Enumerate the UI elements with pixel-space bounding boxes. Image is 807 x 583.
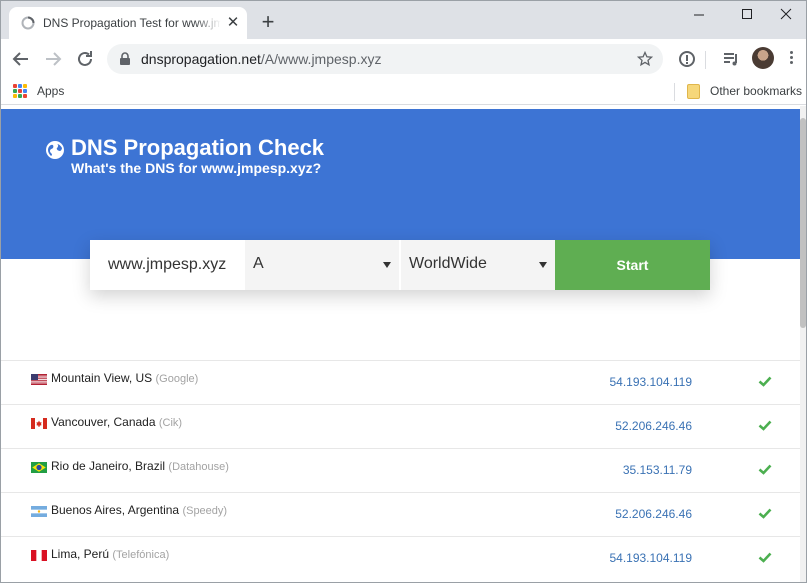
page-subtitle: What's the DNS for www.jmpesp.xyz?	[71, 160, 322, 176]
tab-dns-propagation[interactable]: DNS Propagation Test for www.jmpesp.xyz …	[9, 7, 247, 39]
lock-icon	[120, 52, 130, 65]
chevron-down-icon	[539, 262, 547, 268]
location-name: Mountain View, US	[51, 371, 153, 385]
provider-name: (Speedy)	[182, 505, 228, 517]
br-flag-icon	[31, 462, 47, 473]
location-label: Mountain View, US (Google)	[51, 371, 198, 385]
url-path: /A/www.jmpesp.xyz	[260, 51, 382, 67]
page-content: DNS Propagation Check What's the DNS for…	[1, 106, 800, 582]
loading-favicon-icon	[21, 16, 35, 30]
result-row: Vancouver, Canada (Cik) 52.206.246.46	[1, 404, 800, 448]
ca-flag-icon	[31, 418, 47, 429]
globe-icon	[46, 141, 64, 159]
results-list: Mountain View, US (Google) 54.193.104.11…	[1, 360, 800, 580]
url-text[interactable]: dnspropagation.net/A/www.jmpesp.xyz	[141, 51, 381, 67]
ip-address[interactable]: 52.206.246.46	[615, 419, 692, 433]
apps-link[interactable]: Apps	[37, 84, 64, 98]
star-icon[interactable]	[637, 51, 653, 67]
location-name: Rio de Janeiro, Brazil	[51, 459, 166, 473]
browser-toolbar: dnspropagation.net/A/www.jmpesp.xyz	[1, 39, 806, 79]
check-icon	[758, 376, 772, 387]
dns-search-form: A WorldWide Start	[90, 240, 710, 290]
forward-arrow-icon[interactable]	[41, 47, 65, 71]
provider-name: (Cik)	[158, 417, 183, 429]
chevron-down-icon	[383, 262, 391, 268]
region-value: WorldWide	[409, 255, 487, 272]
result-row: Buenos Aires, Argentina (Speedy) 52.206.…	[1, 492, 800, 536]
check-icon	[758, 420, 772, 431]
record-type-value: A	[253, 255, 264, 272]
media-queue-icon[interactable]	[721, 49, 741, 69]
ip-address[interactable]: 35.153.11.79	[623, 463, 692, 477]
page-title: DNS Propagation Check	[71, 135, 325, 160]
maximize-icon[interactable]	[729, 3, 765, 27]
tab-close-icon[interactable]: ✕	[225, 15, 241, 31]
ip-address[interactable]: 52.206.246.46	[615, 507, 692, 521]
profile-avatar[interactable]	[752, 47, 774, 69]
location-name: Lima, Perú	[51, 547, 110, 561]
location-name: Vancouver, Canada	[51, 415, 156, 429]
location-label: Lima, Perú (Telefónica)	[51, 547, 169, 561]
page-scrollbar[interactable]	[800, 106, 806, 582]
close-window-icon[interactable]	[768, 3, 804, 27]
result-row: Rio de Janeiro, Brazil (Datahouse) 35.15…	[1, 448, 800, 492]
start-button[interactable]: Start	[555, 240, 710, 290]
location-name: Buenos Aires, Argentina	[51, 503, 180, 517]
back-arrow-icon[interactable]	[9, 47, 33, 71]
check-icon	[758, 552, 772, 563]
bookmarks-bar: Apps Other bookmarks	[1, 79, 806, 105]
location-label: Buenos Aires, Argentina (Speedy)	[51, 503, 227, 517]
browser-window: DNS Propagation Test for www.jmpesp.xyz …	[0, 0, 807, 583]
new-tab-button[interactable]: +	[257, 11, 279, 34]
ip-address[interactable]: 54.193.104.119	[609, 375, 692, 389]
more-menu-icon[interactable]	[787, 49, 795, 69]
address-bar[interactable]: dnspropagation.net/A/www.jmpesp.xyz	[107, 44, 663, 74]
provider-name: (Telefónica)	[112, 549, 170, 561]
location-label: Rio de Janeiro, Brazil (Datahouse)	[51, 459, 229, 473]
scrollbar-thumb[interactable]	[800, 118, 806, 328]
tab-title: DNS Propagation Test for www.jmpesp.xyz	[43, 16, 221, 30]
location-label: Vancouver, Canada (Cik)	[51, 415, 182, 429]
ip-address[interactable]: 54.193.104.119	[609, 551, 692, 565]
folder-icon	[687, 84, 700, 99]
apps-grid-icon[interactable]	[13, 84, 27, 98]
check-icon	[758, 508, 772, 519]
provider-name: (Google)	[155, 373, 199, 385]
info-icon[interactable]	[677, 49, 697, 69]
reload-icon[interactable]	[73, 47, 97, 71]
us-flag-icon	[31, 374, 47, 385]
toolbar-separator	[705, 51, 706, 69]
other-bookmarks-link[interactable]: Other bookmarks	[710, 84, 802, 98]
provider-name: (Datahouse)	[168, 461, 229, 473]
tab-strip: DNS Propagation Test for www.jmpesp.xyz …	[1, 1, 806, 39]
hero-banner: DNS Propagation Check What's the DNS for…	[1, 109, 800, 259]
region-select[interactable]: WorldWide	[399, 240, 555, 290]
result-row: Mountain View, US (Google) 54.193.104.11…	[1, 360, 800, 404]
url-host: dnspropagation.net	[141, 51, 261, 67]
ar-flag-icon	[31, 506, 47, 517]
check-icon	[758, 464, 772, 475]
result-row: Lima, Perú (Telefónica) 54.193.104.119	[1, 536, 800, 580]
minimize-icon[interactable]	[681, 3, 717, 27]
domain-input[interactable]	[90, 240, 243, 290]
bookmarks-separator	[674, 83, 675, 101]
record-type-select[interactable]: A	[243, 240, 399, 290]
pe-flag-icon	[31, 550, 47, 561]
